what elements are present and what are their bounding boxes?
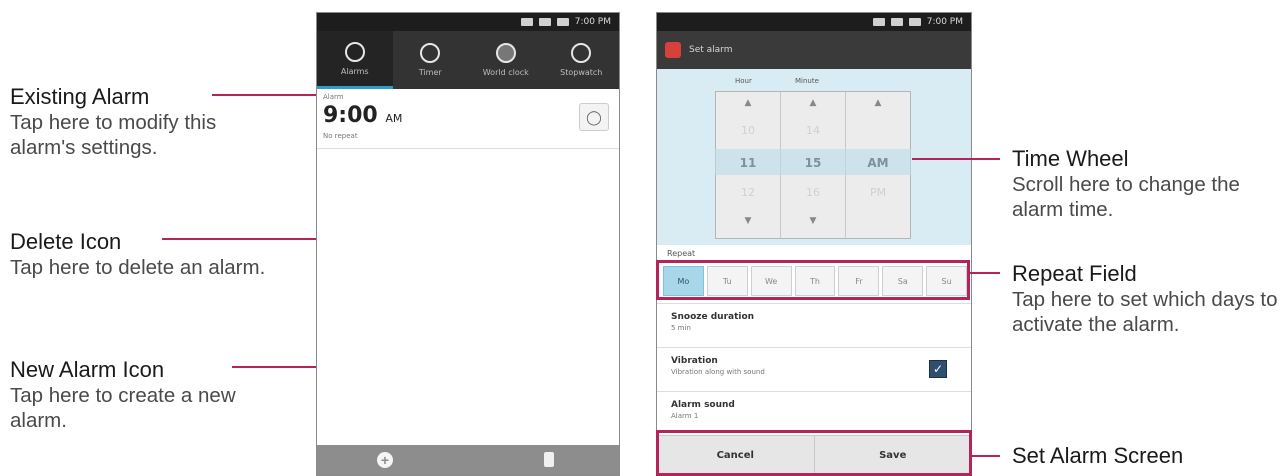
ampm-next: PM	[869, 186, 887, 199]
callout-repeat-field: Repeat Field Tap here to set which days …	[1012, 260, 1287, 337]
screen-title: Set alarm	[689, 45, 733, 55]
chevron-up-icon[interactable]: ▲	[846, 98, 910, 118]
tab-label: Stopwatch	[560, 68, 603, 77]
alarm-time: 9:00 AM	[323, 103, 402, 128]
delete-icon[interactable]	[544, 452, 554, 467]
wifi-icon	[538, 18, 551, 26]
pointer-set-alarm-screen	[972, 455, 1000, 457]
callout-desc: Tap here to set which days to activate t…	[1012, 288, 1278, 336]
setting-value: Alarm 1	[671, 412, 699, 420]
minute-header: Minute	[795, 77, 819, 85]
callout-title: Delete Icon	[10, 229, 122, 254]
tab-label: Alarms	[340, 66, 369, 76]
setting-title: Alarm sound	[671, 400, 735, 410]
battery-icon	[556, 18, 569, 26]
tab-timer[interactable]: Timer	[393, 31, 469, 89]
tab-stopwatch[interactable]: Stopwatch	[544, 31, 620, 89]
setting-value: 5 min	[671, 324, 691, 332]
repeat-field-highlight	[656, 260, 970, 300]
alarm-clock-icon	[344, 41, 365, 62]
snooze-setting[interactable]: Snooze duration 5 min	[657, 303, 971, 347]
battery-icon	[908, 18, 921, 26]
callout-title: Existing Alarm	[10, 84, 150, 109]
timer-icon	[420, 43, 441, 63]
callout-desc: Tap here to modify this alarm's settings…	[10, 111, 217, 159]
callout-title: Time Wheel	[1012, 146, 1129, 171]
chevron-down-icon[interactable]: ▼	[716, 216, 780, 236]
status-time: 7:00 PM	[574, 17, 611, 27]
alarm-ampm: AM	[385, 112, 403, 125]
callout-title: New Alarm Icon	[10, 357, 165, 382]
bottom-action-bar: +	[317, 445, 619, 475]
hour-next: 12	[741, 186, 755, 199]
alarm-sound-setting[interactable]: Alarm sound Alarm 1	[657, 391, 971, 435]
status-time: 7:00 PM	[926, 17, 963, 27]
hour-prev: 10	[741, 124, 755, 137]
vibration-setting[interactable]: Vibration Vibration along with sound ✓	[657, 347, 971, 391]
callout-time-wheel: Time Wheel Scroll here to change the ala…	[1012, 145, 1282, 222]
tab-label: Timer	[418, 68, 442, 77]
callout-title: Repeat Field	[1012, 261, 1137, 286]
setting-title: Snooze duration	[671, 312, 755, 322]
stopwatch-icon	[571, 43, 592, 63]
alarm-list-screen: 7:00 PM Alarms Timer World clock Stopwat…	[316, 12, 620, 476]
globe-icon	[495, 43, 516, 63]
alarm-label: Alarm	[323, 93, 344, 101]
vibration-checkbox[interactable]: ✓	[929, 360, 947, 378]
chevron-up-icon[interactable]: ▲	[781, 98, 845, 118]
callout-title: Set Alarm Screen	[1012, 443, 1184, 468]
alarm-app-icon	[665, 42, 681, 58]
status-bar: 7:00 PM	[657, 13, 971, 31]
pointer-repeat-field	[970, 272, 1000, 274]
callout-desc: Scroll here to change the alarm time.	[1012, 173, 1240, 221]
setting-value: Vibration along with sound	[671, 368, 765, 376]
set-alarm-buttons-highlight	[656, 430, 972, 476]
time-wheel-selection	[715, 149, 911, 175]
chevron-up-icon[interactable]: ▲	[716, 98, 780, 118]
callout-delete-icon: Delete Icon Tap here to delete an alarm.	[10, 228, 300, 280]
status-bar: 7:00 PM	[317, 13, 619, 31]
signal-icon	[520, 18, 533, 26]
alarm-repeat: No repeat	[323, 132, 358, 140]
set-alarm-screen: 7:00 PM Set alarm Hour Minute ▲ 10 11 12…	[656, 12, 972, 476]
pointer-existing-alarm	[212, 94, 322, 96]
callout-desc: Tap here to create a new alarm.	[10, 384, 236, 432]
callout-desc: Tap here to delete an alarm.	[10, 256, 266, 279]
signal-icon	[872, 18, 885, 26]
minute-next: 16	[806, 186, 820, 199]
hour-header: Hour	[735, 77, 752, 85]
tab-world-clock[interactable]: World clock	[468, 31, 544, 89]
clock-tab-bar: Alarms Timer World clock Stopwatch	[317, 31, 619, 89]
alarm-clock-icon: ◯	[586, 108, 602, 125]
repeat-label: Repeat	[667, 249, 696, 258]
wifi-icon	[890, 18, 903, 26]
callout-set-alarm-screen: Set Alarm Screen	[1012, 442, 1282, 469]
setting-title: Vibration	[671, 356, 718, 366]
minute-prev: 14	[806, 124, 820, 137]
set-alarm-title-bar: Set alarm	[657, 31, 971, 69]
new-alarm-icon[interactable]: +	[377, 452, 393, 468]
tab-label: World clock	[482, 68, 529, 77]
alarm-toggle-button[interactable]: ◯	[579, 103, 609, 131]
pointer-time-wheel	[912, 158, 1000, 160]
alarm-time-value: 9:00	[323, 103, 378, 128]
existing-alarm-item[interactable]: Alarm 9:00 AM No repeat ◯	[317, 89, 619, 149]
tab-alarms[interactable]: Alarms	[317, 31, 393, 89]
chevron-down-icon[interactable]: ▼	[781, 216, 845, 236]
